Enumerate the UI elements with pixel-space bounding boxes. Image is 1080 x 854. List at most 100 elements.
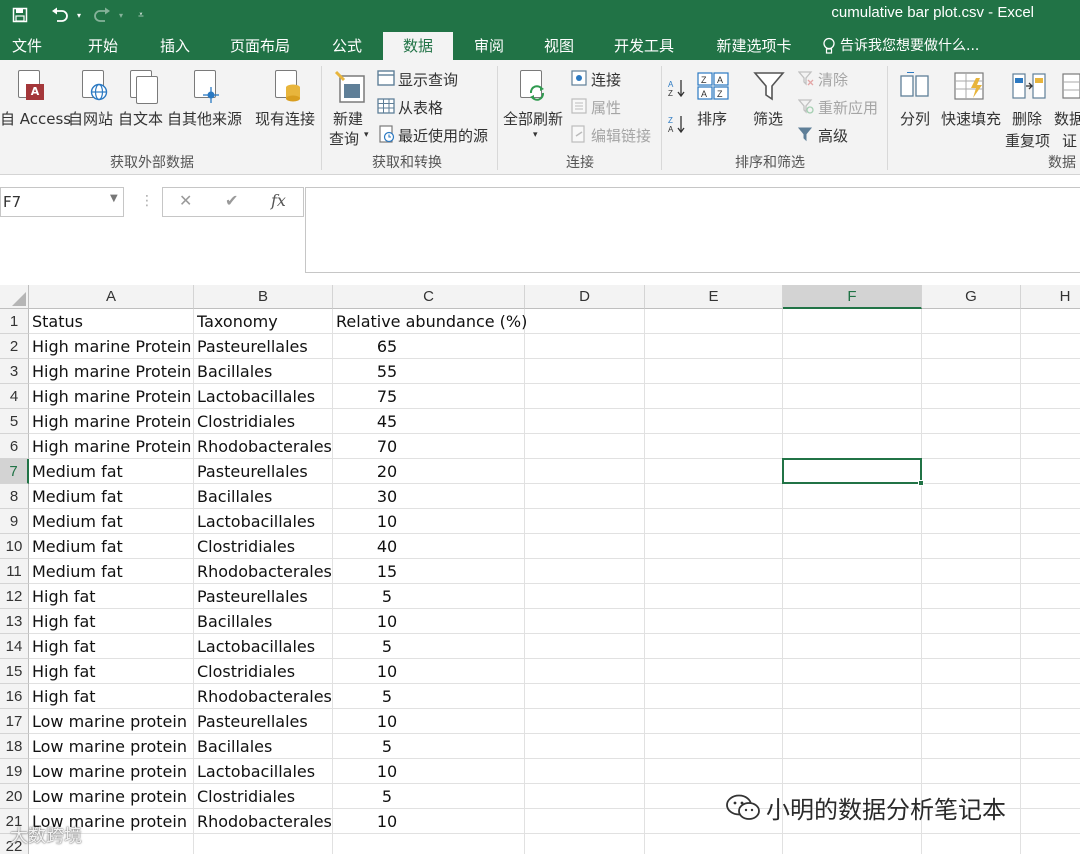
cell-c6[interactable]: 70 — [336, 434, 438, 459]
cell-a14[interactable]: High fat — [32, 634, 193, 659]
row-header[interactable]: 5 — [0, 409, 29, 434]
reapply-button[interactable]: 重新应用 — [818, 97, 878, 118]
new-query-button[interactable]: 新建 — [333, 108, 363, 129]
cell-b2[interactable]: Pasteurellales — [197, 334, 332, 359]
cell-c18[interactable]: 5 — [336, 734, 438, 759]
row-header[interactable]: 8 — [0, 484, 29, 509]
tab-page-layout[interactable]: 页面布局 — [222, 32, 298, 60]
cell-a9[interactable]: Medium fat — [32, 509, 193, 534]
cell-c22[interactable] — [336, 834, 438, 854]
cell-b6[interactable]: Rhodobacterales — [197, 434, 332, 459]
cell-b10[interactable]: Clostridiales — [197, 534, 332, 559]
edit-links-button[interactable]: 编辑链接 — [591, 125, 651, 146]
column-header-e[interactable]: E — [645, 285, 783, 309]
cell-b3[interactable]: Bacillales — [197, 359, 332, 384]
cell-b18[interactable]: Bacillales — [197, 734, 332, 759]
refresh-all-button[interactable]: 全部刷新 — [503, 108, 563, 129]
show-queries-button[interactable]: 显示查询 — [398, 69, 458, 90]
tab-data[interactable]: 数据 — [383, 32, 453, 60]
cell-b9[interactable]: Lactobacillales — [197, 509, 332, 534]
cell-a12[interactable]: High fat — [32, 584, 193, 609]
row-header[interactable]: 16 — [0, 684, 29, 709]
row-header[interactable]: 6 — [0, 434, 29, 459]
filter-button[interactable]: 筛选 — [753, 108, 783, 129]
redo-icon[interactable] — [90, 4, 114, 26]
row-header[interactable]: 19 — [0, 759, 29, 784]
cell-b21[interactable]: Rhodobacterales — [197, 809, 332, 834]
undo-icon[interactable] — [48, 4, 72, 26]
cell-a10[interactable]: Medium fat — [32, 534, 193, 559]
cell-c13[interactable]: 10 — [336, 609, 438, 634]
cell-b15[interactable]: Clostridiales — [197, 659, 332, 684]
cell-b14[interactable]: Lactobacillales — [197, 634, 332, 659]
cell-c12[interactable]: 5 — [336, 584, 438, 609]
cell-c10[interactable]: 40 — [336, 534, 438, 559]
sort-descending-icon[interactable]: ZA — [668, 114, 686, 138]
customize-toolbar-icon[interactable]: ⩡ — [134, 4, 148, 26]
existing-connections-button[interactable]: 现有连接 — [255, 108, 315, 129]
formula-input[interactable] — [305, 187, 1080, 273]
cell-c20[interactable]: 5 — [336, 784, 438, 809]
recent-sources-button[interactable]: 最近使用的源 — [398, 125, 488, 146]
cell-c17[interactable]: 10 — [336, 709, 438, 734]
from-text-button[interactable]: 自文本 — [118, 108, 163, 129]
cell-b1[interactable]: Taxonomy — [197, 309, 332, 334]
worksheet-grid[interactable]: ABCDEFGH 1 2 3 4 5 6 7 8 9 10 11 12 13 14 15 16 17 18 19 20… — [0, 285, 1080, 854]
cell-c11[interactable]: 15 — [336, 559, 438, 584]
cell-a8[interactable]: Medium fat — [32, 484, 193, 509]
tab-developer[interactable]: 开发工具 — [606, 32, 682, 60]
cancel-icon[interactable]: ✕ — [179, 191, 192, 210]
cell-b4[interactable]: Lactobacillales — [197, 384, 332, 409]
advanced-button[interactable]: 高级 — [818, 125, 848, 146]
cell-b8[interactable]: Bacillales — [197, 484, 332, 509]
cell-a3[interactable]: High marine Protein — [32, 359, 193, 384]
cell-b7[interactable]: Pasteurellales — [197, 459, 332, 484]
row-header[interactable]: 14 — [0, 634, 29, 659]
sort-ascending-icon[interactable]: AZ — [668, 78, 686, 102]
fill-handle[interactable] — [918, 480, 924, 486]
cell-b16[interactable]: Rhodobacterales — [197, 684, 332, 709]
cell-c5[interactable]: 45 — [336, 409, 438, 434]
remove-duplicates-button[interactable]: 删除 — [1012, 108, 1042, 129]
cell-b11[interactable]: Rhodobacterales — [197, 559, 332, 584]
cell-c15[interactable]: 10 — [336, 659, 438, 684]
cell-b17[interactable]: Pasteurellales — [197, 709, 332, 734]
cell-b20[interactable]: Clostridiales — [197, 784, 332, 809]
tab-insert[interactable]: 插入 — [148, 32, 202, 60]
cell-c19[interactable]: 10 — [336, 759, 438, 784]
save-icon[interactable] — [8, 4, 32, 26]
enter-icon[interactable]: ✔ — [225, 191, 238, 210]
name-box-dropdown-icon[interactable]: ▼ — [110, 193, 118, 204]
tab-home[interactable]: 开始 — [76, 32, 130, 60]
cell-b19[interactable]: Lactobacillales — [197, 759, 332, 784]
cell-a15[interactable]: High fat — [32, 659, 193, 684]
row-header[interactable]: 20 — [0, 784, 29, 809]
row-header[interactable]: 17 — [0, 709, 29, 734]
new-query-button-line2[interactable]: 查询 — [329, 128, 359, 149]
row-header[interactable]: 3 — [0, 359, 29, 384]
cell-c14[interactable]: 5 — [336, 634, 438, 659]
name-box[interactable]: F7 — [0, 187, 124, 217]
column-header-h[interactable]: H — [1021, 285, 1080, 309]
row-header[interactable]: 15 — [0, 659, 29, 684]
column-header-c[interactable]: C — [333, 285, 525, 309]
cell-a19[interactable]: Low marine protein — [32, 759, 193, 784]
row-header[interactable]: 2 — [0, 334, 29, 359]
cell-b22[interactable] — [197, 834, 332, 854]
flash-fill-button[interactable]: 快速填充 — [941, 108, 1001, 129]
column-header-g[interactable]: G — [922, 285, 1021, 309]
row-header[interactable]: 10 — [0, 534, 29, 559]
cell-a11[interactable]: Medium fat — [32, 559, 193, 584]
data-validation-button-line2[interactable]: 证 — [1062, 130, 1077, 151]
connections-button[interactable]: 连接 — [591, 69, 621, 90]
cell-c21[interactable]: 10 — [336, 809, 438, 834]
cell-a13[interactable]: High fat — [32, 609, 193, 634]
data-validation-button[interactable]: 数据 — [1054, 108, 1080, 129]
cell-c16[interactable]: 5 — [336, 684, 438, 709]
from-web-button[interactable]: 自网站 — [68, 108, 113, 129]
column-header-a[interactable]: A — [29, 285, 194, 309]
properties-button[interactable]: 属性 — [591, 97, 621, 118]
cell-a16[interactable]: High fat — [32, 684, 193, 709]
column-header-f[interactable]: F — [783, 285, 922, 309]
cell-c3[interactable]: 55 — [336, 359, 438, 384]
